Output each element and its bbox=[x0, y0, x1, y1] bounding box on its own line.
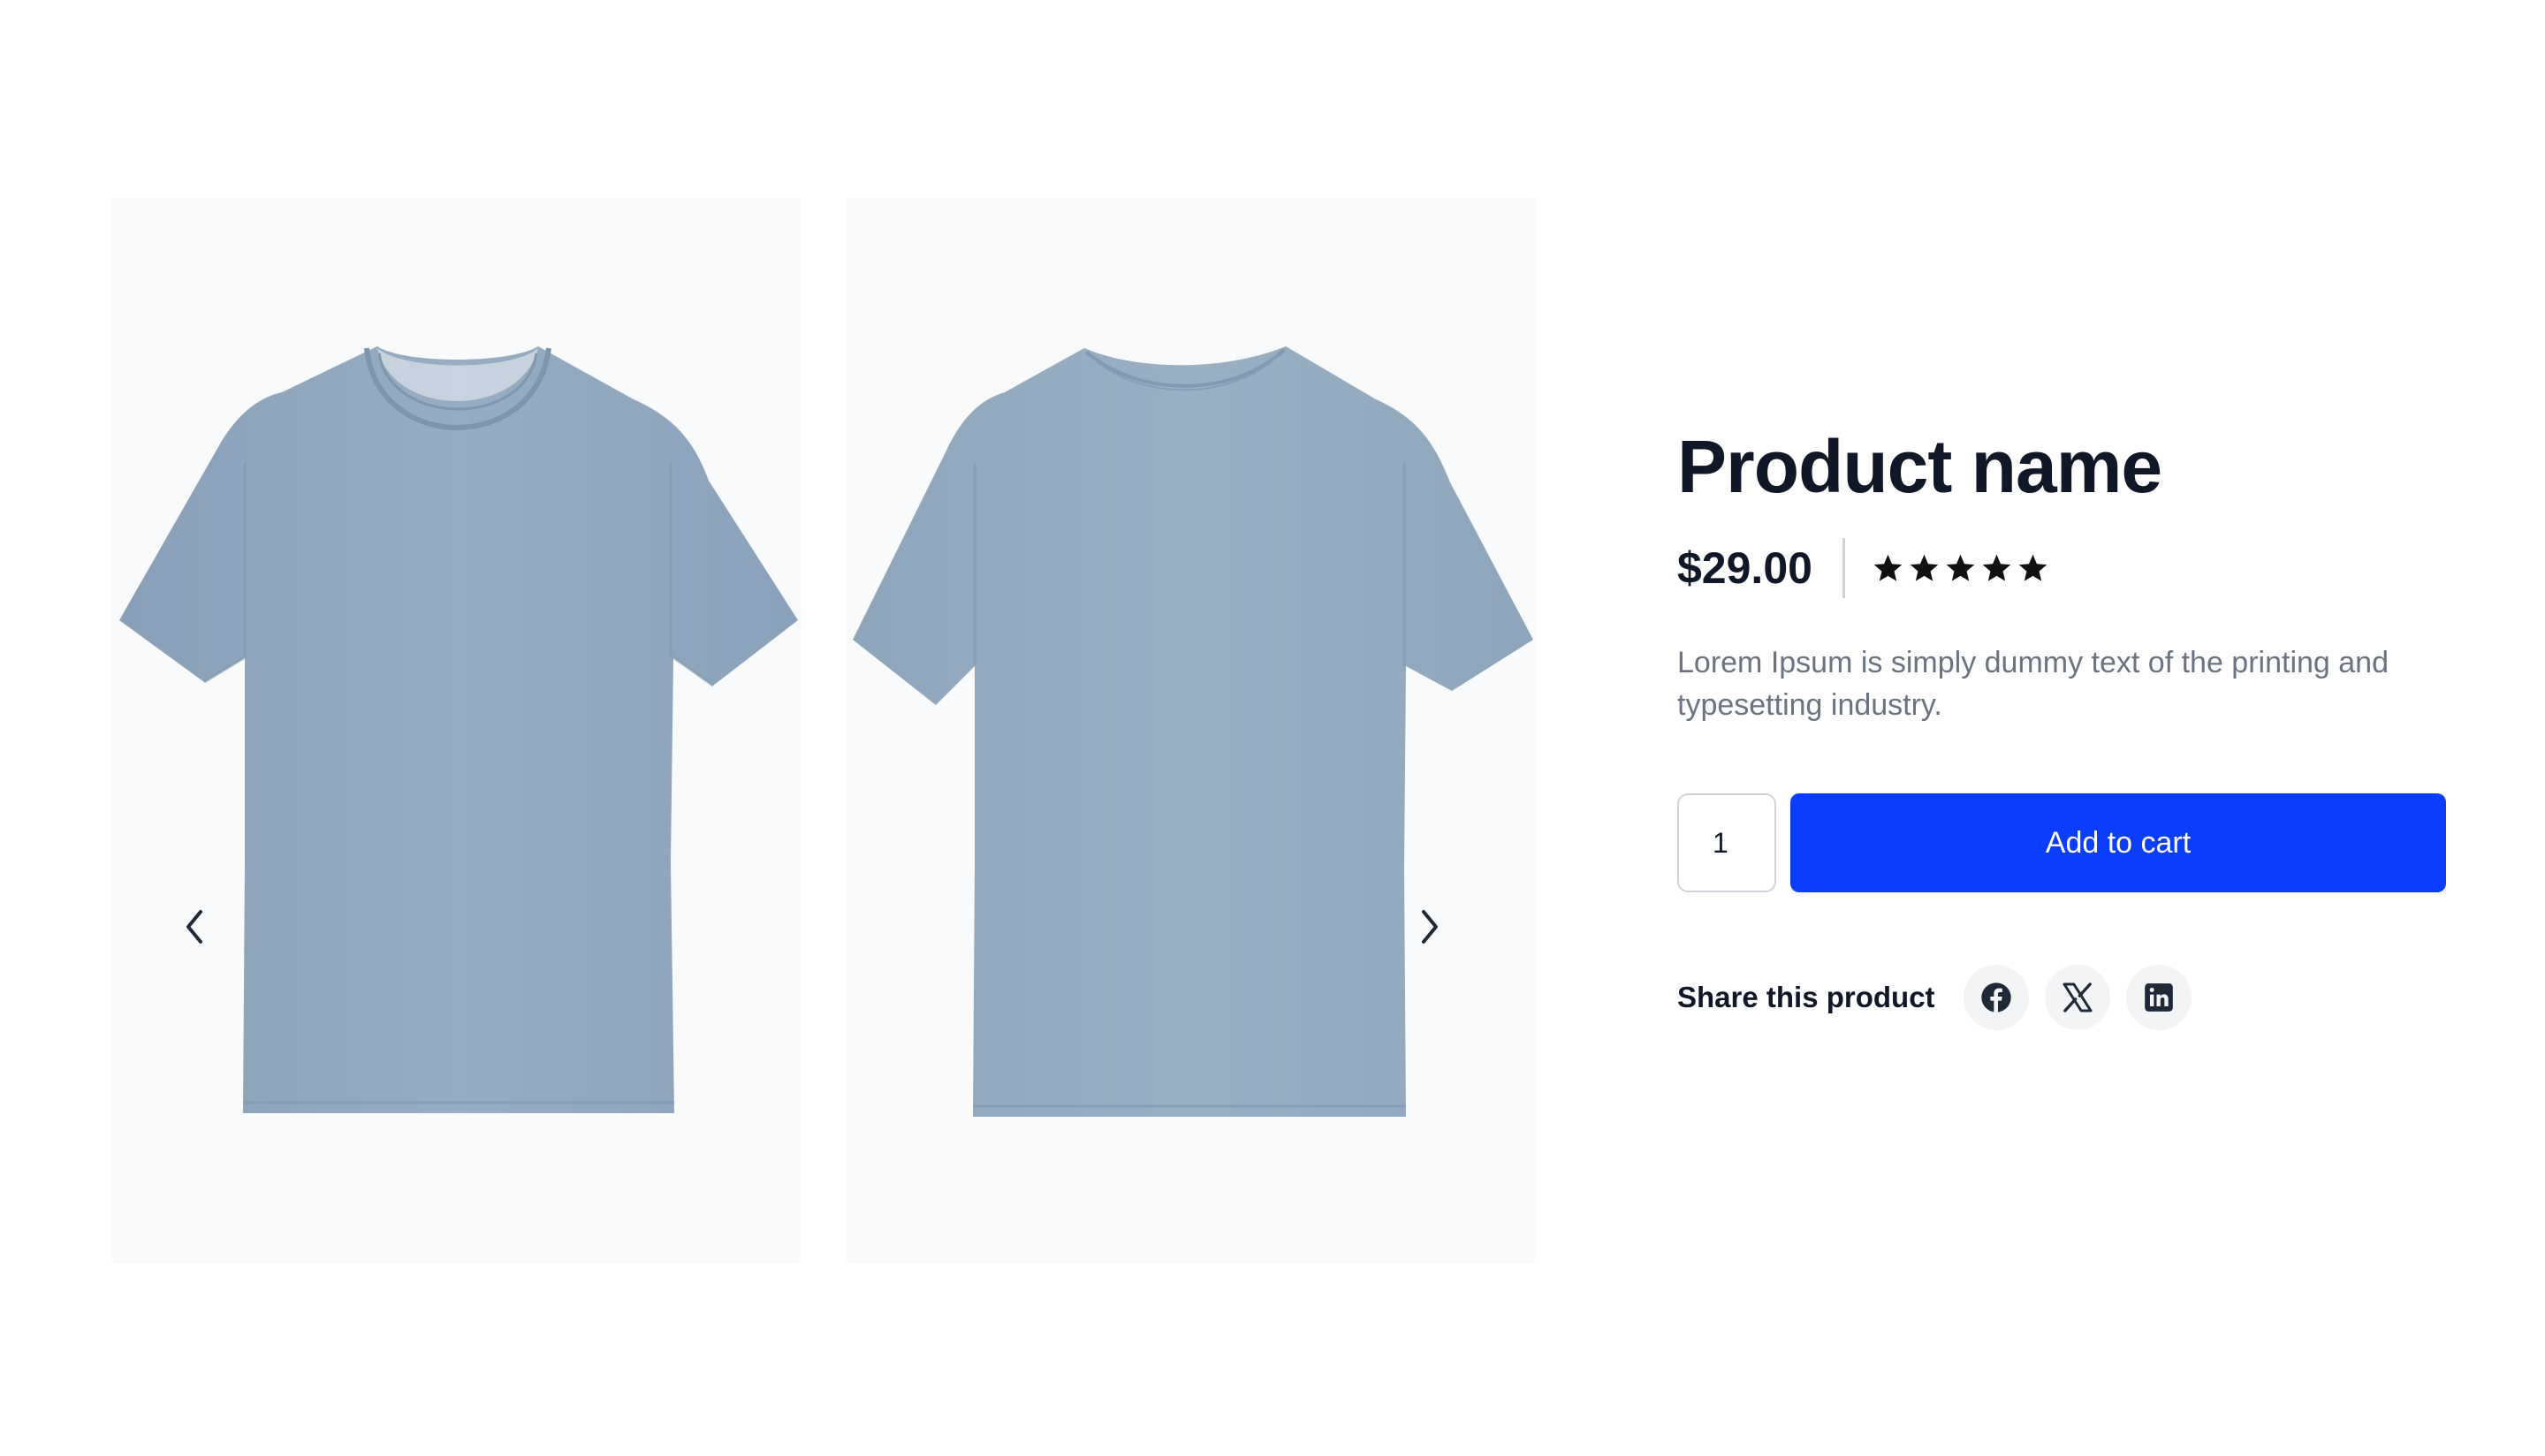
x-icon bbox=[2063, 982, 2093, 1012]
share-label: Share this product bbox=[1677, 981, 1935, 1013]
tshirt-back-image bbox=[853, 346, 1533, 1117]
quantity-input[interactable] bbox=[1677, 793, 1776, 892]
star-icon bbox=[2017, 552, 2049, 585]
product-description: Lorem Ipsum is simply dummy text of the … bbox=[1677, 646, 2389, 722]
product-gallery bbox=[112, 198, 1537, 1263]
facebook-icon bbox=[1980, 982, 2011, 1012]
product-image-front bbox=[112, 198, 801, 1263]
price-rating-row: $29.00 bbox=[1677, 537, 2446, 599]
star-icon bbox=[1908, 552, 1941, 585]
add-to-cart-button[interactable]: Add to cart bbox=[1790, 793, 2446, 892]
star-icon bbox=[1872, 552, 1904, 585]
chevron-left-icon bbox=[186, 910, 202, 944]
star-icon bbox=[1980, 552, 2013, 585]
previous-image-button[interactable] bbox=[163, 896, 225, 958]
price-divider bbox=[1842, 538, 1845, 598]
share-x-button[interactable] bbox=[2044, 965, 2110, 1030]
product-image-back bbox=[846, 198, 1535, 1263]
product-title: Product name bbox=[1677, 425, 2162, 508]
product-price: $29.00 bbox=[1677, 543, 1812, 593]
share-linkedin-button[interactable] bbox=[2125, 965, 2192, 1030]
star-icon bbox=[1944, 552, 1977, 585]
next-image-button[interactable] bbox=[1399, 896, 1461, 958]
chevron-right-icon bbox=[1422, 910, 1438, 944]
linkedin-icon bbox=[2144, 983, 2173, 1012]
product-page: Product name $29.00 Lorem Ipsum is simpl… bbox=[0, 0, 2545, 1456]
star-rating bbox=[1872, 552, 2049, 585]
cart-row: Add to cart bbox=[1677, 793, 2446, 892]
tshirt-front-image bbox=[119, 346, 798, 1113]
share-facebook-button[interactable] bbox=[1963, 965, 2029, 1030]
share-row: Share this product bbox=[1677, 965, 2446, 1030]
product-details: Product name $29.00 Lorem Ipsum is simpl… bbox=[1677, 415, 2446, 1030]
